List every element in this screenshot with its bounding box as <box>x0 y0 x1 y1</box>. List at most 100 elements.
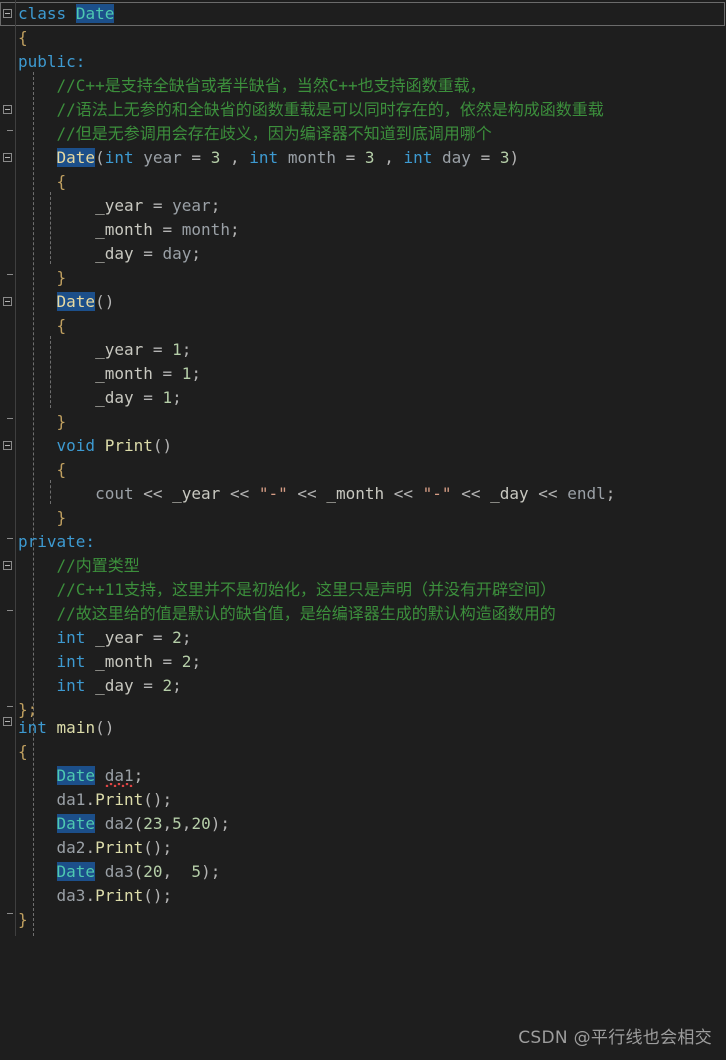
operator-shift: << <box>143 484 163 503</box>
code-line-13[interactable]: Date() <box>0 290 114 314</box>
paren-pair: () <box>95 292 115 311</box>
semicolon: ; <box>229 220 240 239</box>
comment-text: //但是无参调用会存在歧义，因为编译器不知道到底调用哪个 <box>56 124 492 143</box>
code-line-18[interactable]: } <box>0 410 67 434</box>
number-literal: 20 <box>191 814 211 833</box>
code-line-32[interactable]: { <box>0 740 28 764</box>
semicolon: ; <box>191 364 202 383</box>
member-year: _year <box>172 484 221 503</box>
code-line-10[interactable]: _month = month; <box>0 218 240 242</box>
operator-assign: = <box>152 340 163 359</box>
code-line-24[interactable]: //内置类型 <box>0 554 140 578</box>
type-name-date: Date <box>56 814 96 833</box>
operator-assign: = <box>345 148 356 167</box>
member-month: _month <box>95 364 153 383</box>
number-literal: 1 <box>172 340 182 359</box>
code-line-28[interactable]: int _month = 2; <box>0 650 202 674</box>
code-line-31[interactable]: int main() <box>0 716 114 740</box>
paren-pair: () <box>143 838 163 857</box>
code-line-19[interactable]: void Print() <box>0 434 173 458</box>
code-line-29[interactable]: int _day = 2; <box>0 674 182 698</box>
variable-da3: da3 <box>104 862 134 881</box>
code-line-37[interactable]: Date da3(20, 5); <box>0 860 220 884</box>
paren-close: ) <box>210 814 221 833</box>
code-line-12[interactable]: } <box>0 266 67 290</box>
code-line-22[interactable]: } <box>0 506 67 530</box>
operator-shift: << <box>461 484 481 503</box>
number-literal: 1 <box>162 388 173 407</box>
code-line-9[interactable]: _year = year; <box>0 194 220 218</box>
function-name-print: Print <box>95 838 144 857</box>
paren-open: ( <box>95 148 105 167</box>
brace-close: } <box>56 268 67 287</box>
code-line-23[interactable]: private: <box>0 530 95 554</box>
code-line-15[interactable]: _year = 1; <box>0 338 191 362</box>
param-month: month <box>181 220 230 239</box>
code-editor[interactable]: class Date { public: //C++是支持全缺省或者半缺省，当然… <box>0 0 726 1060</box>
member-month: _month <box>95 652 153 671</box>
code-line-14[interactable]: { <box>0 314 67 338</box>
semicolon: ; <box>605 484 616 503</box>
code-line-36[interactable]: da2.Print(); <box>0 836 173 860</box>
type-name-date: Date <box>56 862 96 881</box>
code-line-2[interactable]: { <box>0 26 28 50</box>
operator-assign: = <box>143 676 153 695</box>
semicolon: ; <box>210 862 221 881</box>
code-line-1[interactable]: class Date <box>0 2 115 26</box>
code-line-4[interactable]: //C++是支持全缺省或者半缺省，当然C++也支持函数重载， <box>0 74 486 98</box>
comma: , <box>384 148 394 167</box>
function-name-print: Print <box>95 790 144 809</box>
comment-text: //C++11支持，这里并不是初始化，这里只是声明（并没有开辟空间） <box>56 580 556 599</box>
code-line-33[interactable]: Date da1; <box>0 764 143 788</box>
code-line-7[interactable]: Date(int year = 3 , int month = 3 , int … <box>0 146 519 170</box>
comment-text: //C++是支持全缺省或者半缺省，当然C++也支持函数重载， <box>56 76 486 95</box>
semicolon: ; <box>172 676 182 695</box>
operator-shift: << <box>393 484 414 503</box>
code-line-11[interactable]: _day = day; <box>0 242 201 266</box>
operator-assign: = <box>480 148 491 167</box>
function-name-print: Print <box>95 886 144 905</box>
variable-da1: da1 <box>104 766 134 785</box>
code-line-6[interactable]: //但是无参调用会存在歧义，因为编译器不知道到底调用哪个 <box>0 122 492 146</box>
code-line-34[interactable]: da1.Print(); <box>0 788 173 812</box>
code-line-25[interactable]: //C++11支持，这里并不是初始化，这里只是声明（并没有开辟空间） <box>0 578 556 602</box>
code-line-35[interactable]: Date da2(23,5,20); <box>0 812 230 836</box>
code-line-38[interactable]: da3.Print(); <box>0 884 173 908</box>
code-line-16[interactable]: _month = 1; <box>0 362 201 386</box>
code-line-27[interactable]: int _year = 2; <box>0 626 192 650</box>
param-month: month <box>287 148 336 167</box>
number-literal: 3 <box>364 148 375 167</box>
keyword-public: public: <box>18 52 86 71</box>
comma: , <box>162 814 173 833</box>
code-line-39[interactable]: } <box>0 908 28 932</box>
operator-assign: = <box>152 628 163 647</box>
number-literal: 5 <box>172 814 182 833</box>
variable-da2: da2 <box>104 814 134 833</box>
code-content[interactable]: class Date { public: //C++是支持全缺省或者半缺省，当然… <box>0 0 726 1060</box>
constructor-name-date: Date <box>56 292 96 311</box>
paren-pair: () <box>143 790 163 809</box>
code-line-17[interactable]: _day = 1; <box>0 386 182 410</box>
stream-cout: cout <box>95 484 134 503</box>
number-literal: 3 <box>210 148 221 167</box>
operator-assign: = <box>162 220 173 239</box>
code-line-3[interactable]: public: <box>0 50 85 74</box>
param-year: year <box>143 148 182 167</box>
variable-da1: da1 <box>56 790 86 809</box>
constructor-name-date: Date <box>56 148 96 167</box>
member-year: _year <box>95 340 144 359</box>
semicolon: ; <box>133 766 144 785</box>
semicolon: ; <box>220 814 230 833</box>
brace-open: { <box>56 172 67 191</box>
brace-close: } <box>56 508 67 527</box>
brace-open: { <box>18 742 28 761</box>
stream-endl: endl <box>567 484 606 503</box>
code-line-20[interactable]: { <box>0 458 67 482</box>
keyword-int: int <box>56 628 86 647</box>
operator-shift: << <box>538 484 558 503</box>
code-line-21[interactable]: cout << _year << "-" << _month << "-" <<… <box>0 482 615 506</box>
code-line-26[interactable]: //故这里给的值是默认的缺省值，是给编译器生成的默认构造函数用的 <box>0 602 556 626</box>
code-line-5[interactable]: //语法上无参的和全缺省的函数重载是可以同时存在的，依然是构成函数重载 <box>0 98 604 122</box>
dot: . <box>85 886 96 905</box>
code-line-8[interactable]: { <box>0 170 67 194</box>
